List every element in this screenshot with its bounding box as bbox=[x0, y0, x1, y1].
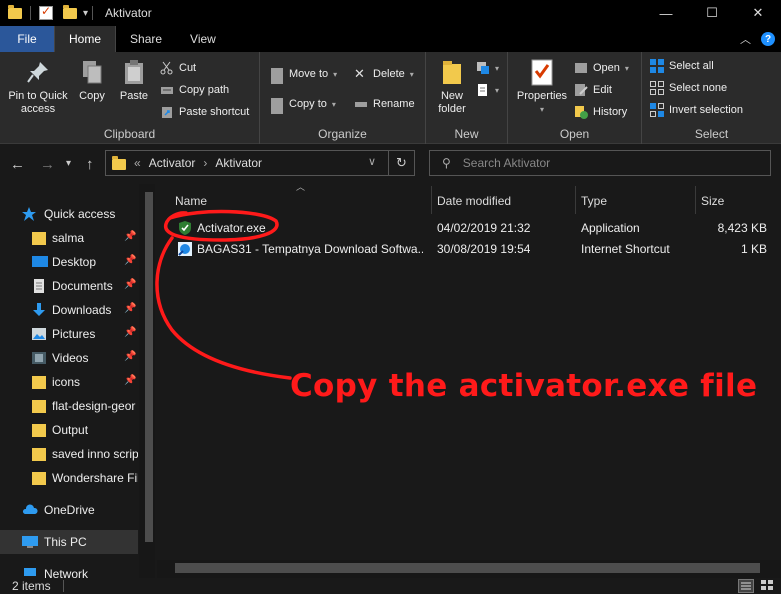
annotation-overlay bbox=[155, 209, 292, 380]
annotation-text: Copy the activator.exe file bbox=[290, 368, 758, 404]
status-divider bbox=[63, 580, 64, 592]
annotation-circle bbox=[164, 209, 279, 242]
annotation-arrow-line bbox=[155, 236, 292, 380]
details-view-icon[interactable] bbox=[738, 579, 754, 593]
item-count: 2 items bbox=[12, 579, 51, 593]
status-bar: 2 items bbox=[0, 578, 781, 594]
large-icons-view-icon[interactable] bbox=[760, 579, 776, 593]
